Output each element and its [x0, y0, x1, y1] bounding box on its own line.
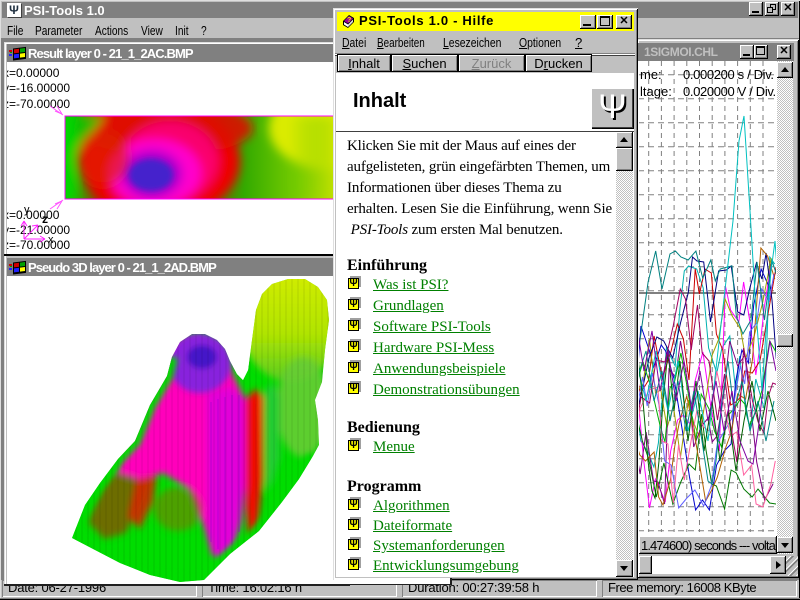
svg-text:?: ?	[347, 17, 351, 24]
svg-text:y: y	[24, 204, 30, 216]
svg-text:x: x	[48, 234, 54, 246]
svg-text:z: z	[42, 212, 48, 226]
